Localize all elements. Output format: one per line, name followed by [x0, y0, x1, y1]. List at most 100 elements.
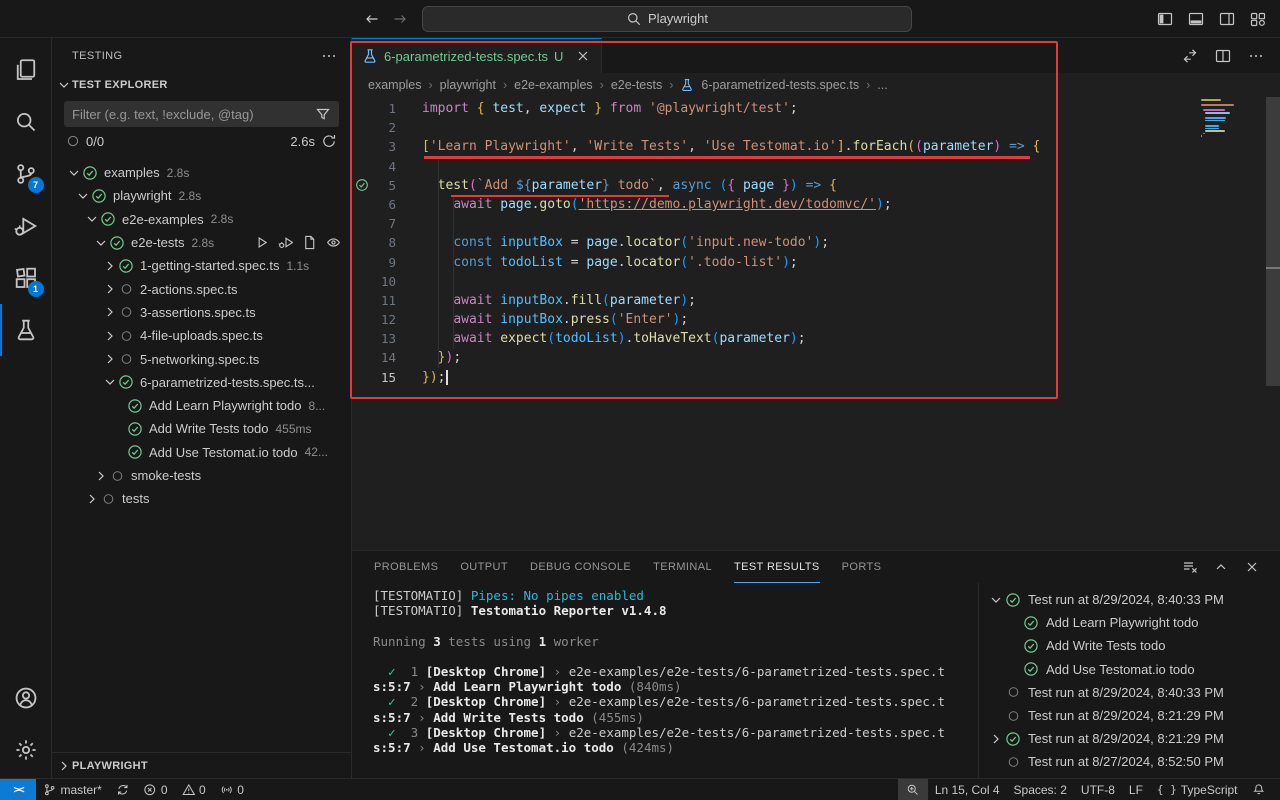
- filter-input[interactable]: [72, 107, 315, 122]
- panel-tab-terminal[interactable]: TERMINAL: [653, 551, 712, 583]
- text-cursor: [446, 370, 448, 385]
- clear-output-icon[interactable]: [1182, 559, 1198, 575]
- test-tree-item[interactable]: 3-assertions.spec.ts: [52, 301, 351, 324]
- playwright-section-header[interactable]: PLAYWRIGHT: [52, 752, 351, 778]
- back-arrow-icon[interactable]: [364, 11, 380, 27]
- statusbar-label: 0: [161, 783, 168, 797]
- test-count: 0/0: [86, 134, 104, 149]
- statusbar-notifications[interactable]: [1245, 779, 1273, 800]
- statusbar-ports-forwarded[interactable]: 0: [213, 779, 251, 800]
- minimap[interactable]: [1201, 99, 1263, 138]
- chevron-down-icon: [75, 188, 91, 204]
- test-run-history-item[interactable]: Add Write Tests todo: [979, 634, 1280, 657]
- chevron-up-icon[interactable]: [1213, 559, 1229, 575]
- test-run-history-item[interactable]: Test run at 8/27/2024, 8:52:50 PM: [979, 750, 1280, 773]
- split-editor-icon[interactable]: [1215, 48, 1231, 64]
- test-explorer-section-header[interactable]: TEST EXPLORER: [52, 73, 351, 97]
- test-tree-item[interactable]: smoke-tests: [52, 464, 351, 487]
- panel-actions: [1182, 551, 1270, 583]
- debug-icon[interactable]: [278, 235, 293, 250]
- breadcrumb-item[interactable]: e2e-examples: [514, 78, 593, 92]
- layout-panel-icon[interactable]: [1188, 11, 1204, 27]
- test-tree-item[interactable]: 1-getting-started.spec.ts1.1s: [52, 254, 351, 277]
- breadcrumb-item[interactable]: playwright: [440, 78, 496, 92]
- statusbar-cursor-position[interactable]: Ln 15, Col 4: [928, 779, 1007, 800]
- statusbar-label: 0: [237, 783, 244, 797]
- gutter-test-pass-icon[interactable]: [352, 176, 372, 195]
- test-tree-item[interactable]: e2e-examples2.8s: [52, 208, 351, 231]
- statusbar-zoom-indicator[interactable]: [898, 779, 928, 800]
- test-tree-item[interactable]: Add Use Testomat.io todo42...: [52, 441, 351, 464]
- pass-icon: [1005, 731, 1021, 747]
- test-item-label: 1-getting-started.spec.ts: [140, 258, 279, 273]
- statusbar-remote-indicator[interactable]: ><: [0, 779, 36, 800]
- run-icon[interactable]: [254, 235, 269, 250]
- forward-arrow-icon[interactable]: [392, 11, 408, 27]
- test-run-history-item[interactable]: Test run at 8/29/2024, 8:21:29 PM: [979, 727, 1280, 750]
- refresh-icon[interactable]: [321, 133, 337, 149]
- layout-sidebar-right-icon[interactable]: [1219, 11, 1235, 27]
- test-tree-item[interactable]: 4-file-uploads.spec.ts: [52, 324, 351, 347]
- statusbar-git-branch[interactable]: master*: [36, 779, 109, 800]
- open-changes-icon[interactable]: [1182, 48, 1198, 64]
- watch-icon[interactable]: [326, 235, 341, 250]
- test-tree-item[interactable]: 5-networking.spec.ts: [52, 347, 351, 370]
- test-tree-item[interactable]: 6-parametrized-tests.spec.ts...: [52, 371, 351, 394]
- test-run-history-item[interactable]: [979, 774, 1280, 779]
- customize-layout-icon[interactable]: [1250, 11, 1266, 27]
- activitybar-item-search[interactable]: [0, 96, 52, 148]
- breadcrumb-item[interactable]: 6-parametrized-tests.spec.ts: [701, 78, 859, 92]
- statusbar-eol[interactable]: LF: [1122, 779, 1150, 800]
- ellipsis-icon[interactable]: [1248, 48, 1264, 64]
- panel-tab-ports[interactable]: PORTS: [842, 551, 882, 583]
- statusbar-sync-changes[interactable]: [109, 779, 137, 800]
- code-line-3: 3['Learn Playwright', 'Write Tests', 'Us…: [352, 137, 1280, 156]
- statusbar-warnings[interactable]: 0: [175, 779, 213, 800]
- activitybar-item-testing[interactable]: [0, 304, 52, 356]
- go-to-file-icon[interactable]: [302, 235, 317, 250]
- breadcrumb[interactable]: examples›playwright›e2e-examples›e2e-tes…: [352, 73, 1280, 97]
- gear-icon: [14, 738, 38, 762]
- panel-tab-test-results[interactable]: TEST RESULTS: [734, 551, 820, 583]
- activitybar-item-source-control[interactable]: 7: [0, 148, 52, 200]
- test-tree-item[interactable]: tests: [52, 487, 351, 510]
- test-tree-item[interactable]: playwright2.8s: [52, 184, 351, 207]
- close-icon[interactable]: [575, 48, 591, 64]
- statusbar-indentation[interactable]: Spaces: 2: [1007, 779, 1074, 800]
- statusbar-encoding[interactable]: UTF-8: [1074, 779, 1122, 800]
- activitybar-item-explorer[interactable]: [0, 44, 52, 96]
- editor-scrollbar[interactable]: [1266, 97, 1280, 386]
- activitybar-item-run-debug[interactable]: [0, 200, 52, 252]
- test-tree-item[interactable]: Add Write Tests todo455ms: [52, 417, 351, 440]
- breadcrumb-item[interactable]: ...: [877, 78, 887, 92]
- filter-icon[interactable]: [315, 106, 331, 122]
- test-results-output[interactable]: [TESTOMATIO] Pipes: No pipes enabled[TES…: [352, 583, 978, 778]
- close-icon[interactable]: [1244, 559, 1260, 575]
- command-center-search[interactable]: Playwright: [422, 6, 912, 32]
- code-text: test(`Add ${parameter} todo`, async ({ p…: [422, 176, 837, 195]
- test-run-history-item[interactable]: Test run at 8/29/2024, 8:21:29 PM: [979, 704, 1280, 727]
- statusbar-language-mode[interactable]: { }TypeScript: [1150, 779, 1245, 800]
- test-run-history-item[interactable]: Add Learn Playwright todo: [979, 611, 1280, 634]
- test-run-history-item[interactable]: Add Use Testomat.io todo: [979, 658, 1280, 681]
- test-tree-item[interactable]: Add Learn Playwright todo8...: [52, 394, 351, 417]
- test-run-history-item[interactable]: Test run at 8/29/2024, 8:40:33 PM: [979, 588, 1280, 611]
- ellipsis-icon[interactable]: [321, 48, 337, 64]
- panel-tab-problems[interactable]: PROBLEMS: [374, 551, 438, 583]
- activitybar-item-settings[interactable]: [0, 724, 52, 776]
- panel-tab-output[interactable]: OUTPUT: [460, 551, 508, 583]
- activitybar-item-accounts[interactable]: [0, 672, 52, 724]
- code-editor[interactable]: 1import { test, expect } from '@playwrig…: [352, 97, 1280, 550]
- breadcrumb-item[interactable]: examples: [368, 78, 422, 92]
- layout-sidebar-left-icon[interactable]: [1157, 11, 1173, 27]
- panel-tab-debug-console[interactable]: DEBUG CONSOLE: [530, 551, 631, 583]
- statusbar-errors[interactable]: 0: [136, 779, 174, 800]
- activitybar-item-extensions[interactable]: 1: [0, 252, 52, 304]
- test-tree-item[interactable]: 2-actions.spec.ts: [52, 277, 351, 300]
- breadcrumb-item[interactable]: e2e-tests: [611, 78, 662, 92]
- code-line-8: 8 const inputBox = page.locator('input.n…: [352, 233, 1280, 252]
- test-tree-item[interactable]: examples2.8s: [52, 161, 351, 184]
- test-run-history-item[interactable]: Test run at 8/29/2024, 8:40:33 PM: [979, 681, 1280, 704]
- test-tree-item[interactable]: e2e-tests2.8s: [52, 231, 351, 254]
- tab-6-parametrized-tests[interactable]: 6-parametrized-tests.spec.ts U: [352, 38, 602, 73]
